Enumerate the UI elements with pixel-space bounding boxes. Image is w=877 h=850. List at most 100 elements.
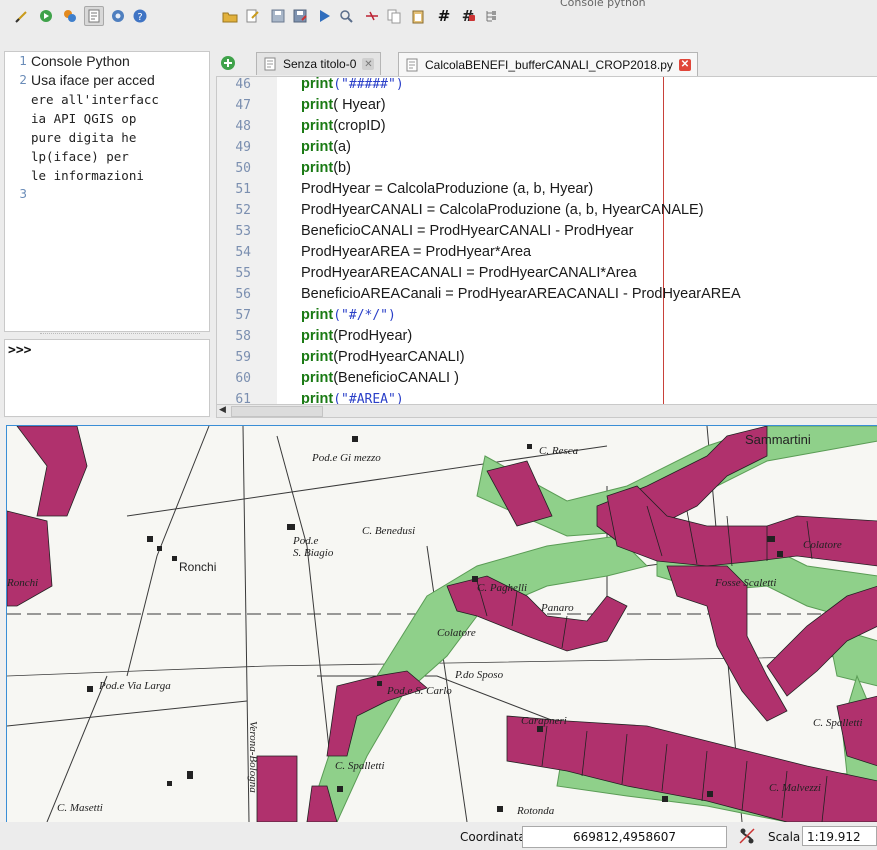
map-label: C. Spalletti <box>813 717 863 729</box>
code-rest: ProdHyearCANALI = CalcolaProduzione (a, … <box>301 202 704 218</box>
console-input[interactable]: >>> <box>4 339 210 417</box>
scale-field[interactable]: 1:19.912 <box>802 826 877 846</box>
code-text: print(ProdHyear) <box>301 326 412 347</box>
save-as-icon[interactable] <box>290 6 310 26</box>
code-text: BeneficioAREACanali = ProdHyearAREACANAL… <box>301 284 741 305</box>
code-keyword: print <box>301 118 334 134</box>
cut-icon[interactable] <box>362 6 382 26</box>
map-label: C. Malvezzi <box>769 782 821 794</box>
line-number: 51 <box>235 182 251 197</box>
run-script-icon[interactable] <box>314 6 334 26</box>
line-number: 47 <box>235 98 251 113</box>
show-editor-icon[interactable] <box>84 6 104 26</box>
line-number <box>5 147 31 166</box>
tab-label: Senza titolo-0 <box>283 57 357 71</box>
code-line: 50 print(b) <box>217 158 877 179</box>
line-number <box>5 90 31 109</box>
line-number <box>5 128 31 147</box>
save-icon[interactable] <box>268 6 288 26</box>
open-in-external-editor-icon[interactable] <box>242 6 262 26</box>
editor-tab-bar: Senza titolo-0 ✕ CalcolaBENEFI_bufferCAN… <box>216 51 877 76</box>
code-rest: (ProdHyearCANALI) <box>333 349 465 365</box>
code-text: ProdHyearAREA = ProdHyear*Area <box>301 242 531 263</box>
code-keyword: print <box>301 328 334 344</box>
map-label: C. Benedusi <box>362 525 415 537</box>
map-canvas[interactable]: C. Resca Sammartini Pod.e Gi mezzo C. Be… <box>6 425 877 823</box>
tab-senza-titolo[interactable]: Senza titolo-0 ✕ <box>256 52 382 75</box>
close-icon[interactable]: ✕ <box>678 58 691 71</box>
code-keyword: print <box>301 139 334 155</box>
console-output-text: ia API QGIS op <box>31 111 137 126</box>
tab-calcolabenefi[interactable]: CalcolaBENEFI_bufferCANALI_CROP2018.py ✕ <box>398 52 698 76</box>
map-label: Fosse Scaletti <box>714 577 776 589</box>
map-label: Rotonda <box>516 805 555 817</box>
console-output-line: lp(iface) per <box>5 147 209 166</box>
code-text: print(a) <box>301 137 351 158</box>
copy-icon[interactable] <box>384 6 404 26</box>
line-number: 57 <box>235 308 251 323</box>
find-icon[interactable] <box>336 6 356 26</box>
import-class-icon[interactable] <box>60 6 80 26</box>
document-icon <box>406 58 418 71</box>
comment-icon[interactable]: # <box>434 6 454 26</box>
console-output-text: le informazioni <box>31 168 144 183</box>
code-text: print(b) <box>301 158 351 179</box>
uncomment-icon[interactable]: # <box>458 6 478 26</box>
line-number: 55 <box>235 266 251 281</box>
code-keyword: print <box>301 160 334 176</box>
object-inspector-icon[interactable] <box>482 6 502 26</box>
code-rest: (a) <box>333 139 351 155</box>
line-number: 53 <box>235 224 251 239</box>
code-line: 55 ProdHyearAREACANALI = ProdHyearCANALI*… <box>217 263 877 284</box>
code-line: 47 print( Hyear) <box>217 95 877 116</box>
code-text: print(BeneficioCANALI ) <box>301 368 459 389</box>
document-icon <box>264 57 276 71</box>
line-number: 48 <box>235 119 251 134</box>
map-label: Ronchi <box>7 577 38 589</box>
scroll-left-arrow-icon[interactable]: ◀ <box>219 405 226 415</box>
panel-title: Console python <box>560 0 646 9</box>
map-label: Pod.e Via Larga <box>98 680 171 692</box>
code-rest: ProdHyearAREACANALI = ProdHyearCANALI*Ar… <box>301 265 637 281</box>
horizontal-scrollbar[interactable]: ◀ <box>216 404 877 418</box>
help-icon[interactable]: ? <box>130 6 150 26</box>
code-string: ("#/*/") <box>333 308 396 323</box>
code-text: BeneficioCANALI = ProdHyearCANALI - Prod… <box>301 221 633 242</box>
close-icon[interactable]: ✕ <box>362 58 375 70</box>
console-output-line: le informazioni <box>5 166 209 185</box>
code-keyword: print <box>301 307 334 323</box>
map-label: Sammartini <box>745 432 811 447</box>
scale-label: Scala <box>768 830 801 844</box>
console-output-line: ere all'interfacc <box>5 90 209 109</box>
console-splitter[interactable] <box>40 333 200 337</box>
settings-icon[interactable] <box>108 6 128 26</box>
code-editor[interactable]: 46 print("#####") 47 print( Hyear) 48 print(c… <box>216 76 877 408</box>
coordinate-field[interactable]: 669812,4958607 <box>522 826 727 848</box>
console-output-text: Console Python <box>31 53 130 69</box>
code-rest: (ProdHyear) <box>333 328 413 344</box>
svg-text:?: ? <box>137 12 142 23</box>
console-output[interactable]: 1 Console Python 2 Usa iface per acced ere a… <box>4 51 210 332</box>
tab-label: CalcolaBENEFI_bufferCANALI_CROP2018.py <box>425 57 673 72</box>
code-keyword: print <box>301 97 334 113</box>
open-file-icon[interactable] <box>220 6 240 26</box>
map-label: Pod.e <box>292 535 318 547</box>
line-number <box>5 109 31 128</box>
scrollbar-thumb[interactable] <box>231 406 323 417</box>
new-tab-icon[interactable] <box>218 53 238 73</box>
line-number: 50 <box>235 161 251 176</box>
line-number: 1 <box>19 54 27 68</box>
paste-icon[interactable] <box>408 6 428 26</box>
map-label: Ronchi <box>179 560 216 574</box>
code-text: print(cropID) <box>301 116 386 137</box>
code-rest: ( Hyear) <box>333 97 386 113</box>
code-line: 56 BeneficioAREACanali = ProdHyearAREACAN… <box>217 284 877 305</box>
run-command-icon[interactable] <box>36 6 56 26</box>
code-text: print("#####") <box>301 77 404 95</box>
code-rest: BeneficioCANALI = ProdHyearCANALI - Prod… <box>301 223 634 239</box>
code-text: print("#/*/") <box>301 305 396 326</box>
code-line: 58 print(ProdHyear) <box>217 326 877 347</box>
map-label: C. Spalletti <box>335 760 385 772</box>
toggle-extents-icon[interactable] <box>738 827 756 845</box>
clear-console-icon[interactable] <box>12 6 32 26</box>
